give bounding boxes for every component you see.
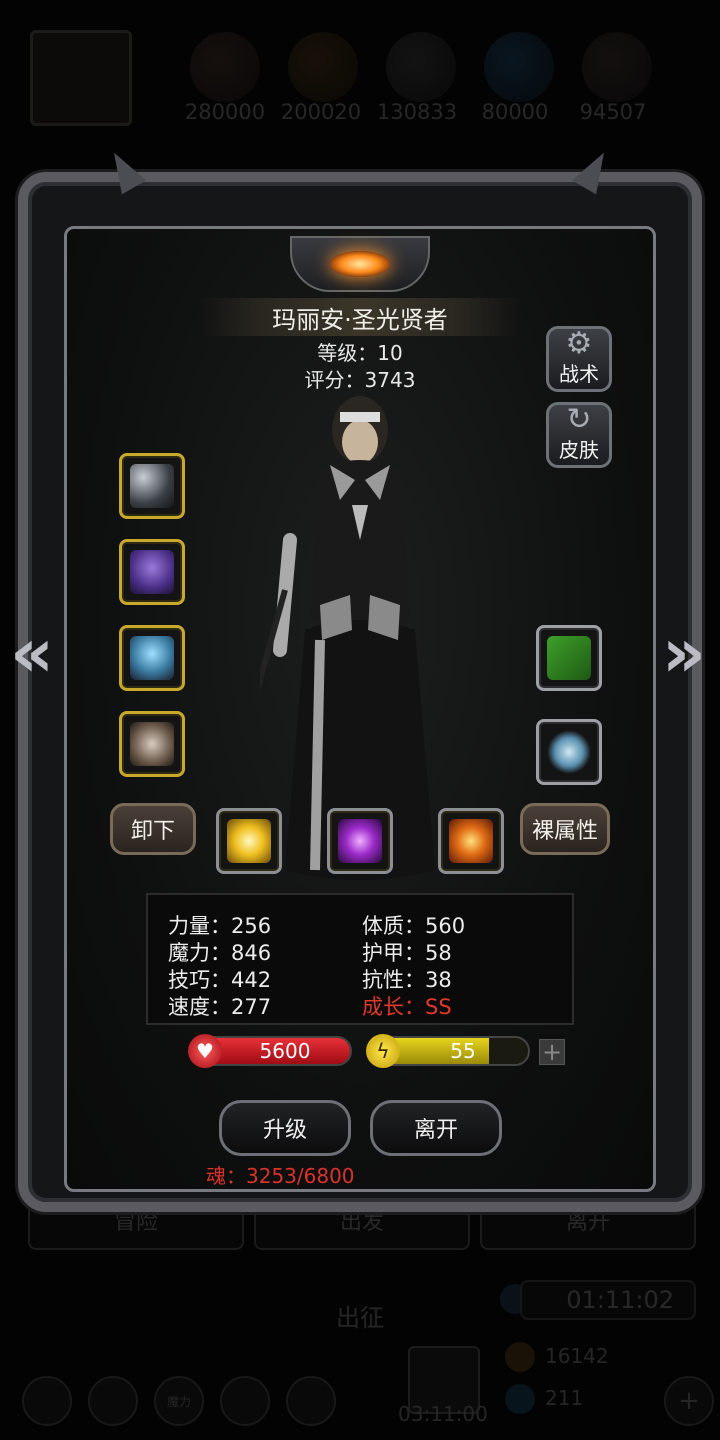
armor-icon xyxy=(130,550,174,594)
crescent-crest-icon xyxy=(290,236,430,292)
leave-button[interactable]: 离开 xyxy=(370,1100,502,1156)
hero-score: 评分：3743 xyxy=(304,368,416,392)
heart-icon: ♥ xyxy=(188,1034,222,1068)
tactics-label: 战术 xyxy=(559,362,599,386)
hero-level: 等级：10 xyxy=(317,341,403,365)
add-energy-button[interactable]: + xyxy=(539,1039,565,1065)
stat-resistance: 抗性：38 xyxy=(362,968,452,992)
relic-icon xyxy=(547,730,591,774)
skin-swap-icon: ↻ xyxy=(566,402,592,437)
stat-speed: 速度：277 xyxy=(168,995,272,1019)
upgrade-button[interactable]: 升级 xyxy=(219,1100,351,1156)
base-attributes-button[interactable]: 裸属性 xyxy=(520,803,610,855)
next-hero-arrow-icon[interactable]: » xyxy=(662,620,706,688)
shield-icon xyxy=(130,636,174,680)
spellbook-icon xyxy=(547,636,591,680)
stat-magic: 魔力：846 xyxy=(168,941,272,965)
stat-constitution: 体质：560 xyxy=(362,914,466,938)
stat-skill: 技巧：442 xyxy=(168,968,272,992)
talisman-icon xyxy=(130,722,174,766)
prev-hero-arrow-icon[interactable]: « xyxy=(10,620,54,688)
weapon-slot[interactable] xyxy=(119,453,185,519)
tactics-button[interactable]: ⚙ 战术 xyxy=(546,326,612,392)
stat-strength: 力量：256 xyxy=(168,914,272,938)
unequip-button[interactable]: 卸下 xyxy=(110,803,196,855)
lightning-icon: ϟ xyxy=(366,1034,400,1068)
music-note-icon xyxy=(338,819,382,863)
armor-slot[interactable] xyxy=(119,539,185,605)
hero-name: 玛丽安·圣光贤者 xyxy=(200,298,520,336)
book-slot[interactable] xyxy=(536,625,602,691)
holy-cross-icon xyxy=(449,819,493,863)
skill-slot-1[interactable] xyxy=(216,808,282,874)
skill-slot-2[interactable] xyxy=(327,808,393,874)
skin-button[interactable]: ↻ 皮肤 xyxy=(546,402,612,468)
holy-burst-icon xyxy=(227,819,271,863)
energy-value: 55 xyxy=(450,1039,476,1063)
accessory-slot[interactable] xyxy=(119,711,185,777)
shield-slot[interactable] xyxy=(119,625,185,691)
relic-slot[interactable] xyxy=(536,719,602,785)
hp-value: 5600 xyxy=(259,1039,311,1063)
stat-armor: 护甲：58 xyxy=(362,941,452,965)
skill-slot-3[interactable] xyxy=(438,808,504,874)
gear-icon: ⚙ xyxy=(565,326,593,361)
mace-icon xyxy=(130,464,174,508)
soul-counter: 魂：3253/6800 xyxy=(206,1164,355,1188)
stat-growth: 成长：SS xyxy=(362,995,452,1019)
skin-label: 皮肤 xyxy=(559,438,599,462)
